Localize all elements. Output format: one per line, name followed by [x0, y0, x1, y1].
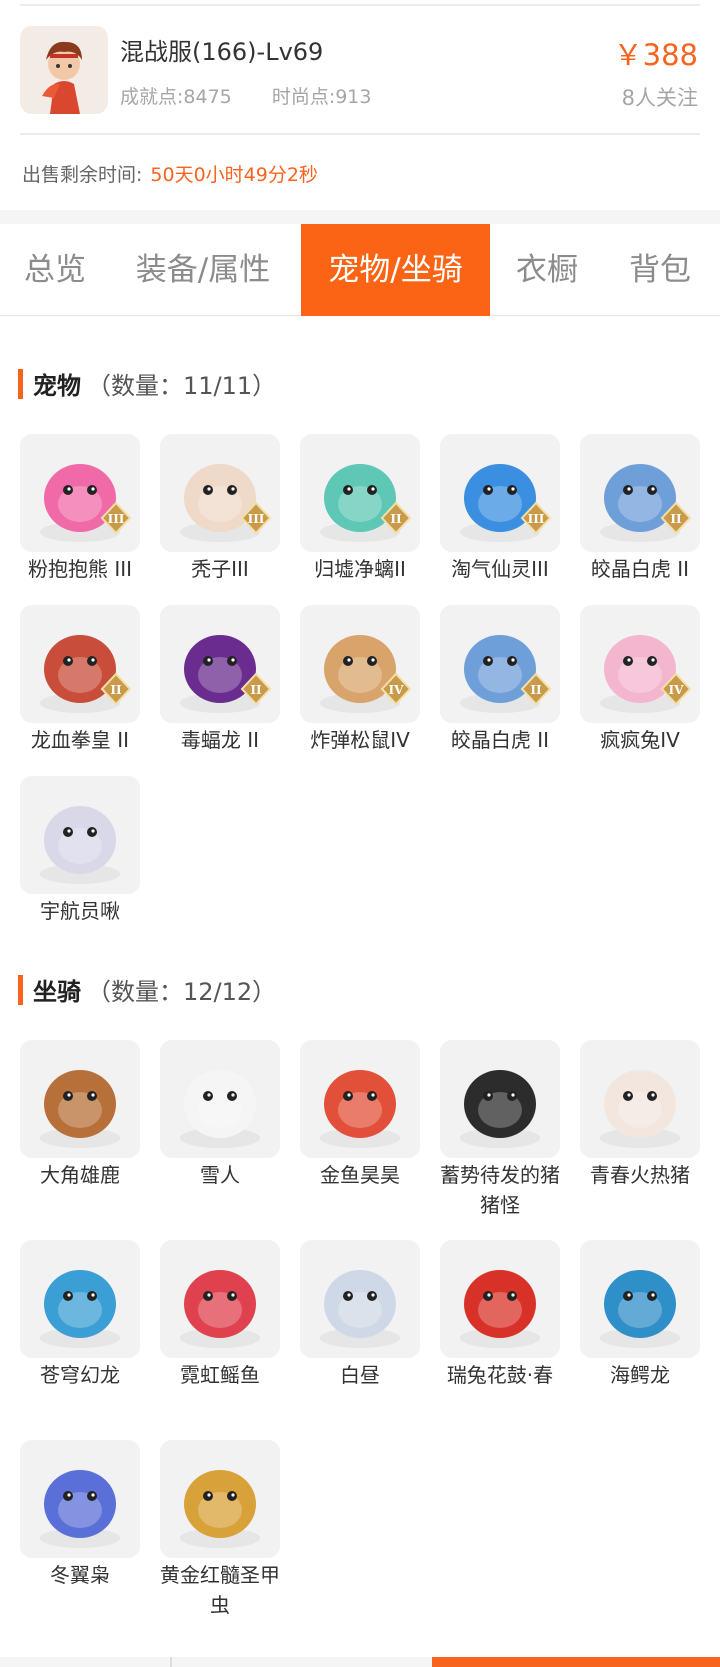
mount-item-name: 苍穹幻龙: [40, 1363, 120, 1387]
section-accent-bar: [18, 368, 23, 399]
mount-item-name: 瑞兔花鼓·春: [446, 1363, 554, 1387]
mounts-title: 坐骑: [33, 978, 81, 1006]
sale-countdown: 出售剩余时间: 50天0小时49分2秒: [22, 160, 318, 187]
mount-item-name: 黄金红髓圣甲虫: [160, 1563, 280, 1617]
neon-ray-mount-icon: [160, 1240, 280, 1358]
astronaut-pet-icon: [20, 776, 140, 894]
white-pig-mount-icon: [580, 1040, 700, 1158]
white-tiger-pet-icon: II: [580, 434, 700, 552]
stag-mount-icon: [20, 1040, 140, 1158]
white-dragon-mount-icon: [300, 1240, 420, 1358]
mount-item-name: 大角雄鹿: [40, 1163, 120, 1187]
tab-bar: 总览 装备/属性 宠物/坐骑 衣橱 背包: [0, 224, 720, 316]
pets-count: （数量：11/11）: [87, 372, 277, 400]
rabbit-drum-mount-icon: [440, 1240, 560, 1358]
pet-item-name: 粉抱抱熊 III: [27, 557, 133, 581]
golden-scarab-mount-icon: [160, 1440, 280, 1558]
countdown-value: 50天0小时49分2秒: [150, 164, 318, 186]
bottom-separator: [170, 1657, 172, 1667]
section-separator: [0, 210, 720, 224]
svg-text:II: II: [670, 512, 682, 526]
mount-item-name: 冬翼枭: [50, 1563, 110, 1587]
svg-text:IV: IV: [669, 683, 685, 697]
mount-item-name: 金鱼昊昊: [320, 1163, 400, 1187]
mount-item-name: 海鳄龙: [610, 1363, 670, 1387]
pet-item-name: 疯疯兔IV: [600, 728, 680, 752]
pet-item-name: 归墟净螭II: [314, 557, 406, 581]
svg-text:III: III: [108, 512, 125, 526]
svg-text:II: II: [250, 683, 262, 697]
pink-bear-pet-icon: III: [20, 434, 140, 552]
pet-item-name: 皎晶白虎 II: [590, 557, 690, 581]
jade-dragon-pet-icon: II: [300, 434, 420, 552]
svg-text:III: III: [248, 512, 265, 526]
goldfish-mount-icon: [300, 1040, 420, 1158]
mounts-count: （数量：12/12）: [87, 978, 277, 1006]
pet-item-name: 龙血拳皇 II: [30, 728, 130, 752]
top-divider: [20, 4, 700, 6]
poison-bat-dragon-pet-icon: II: [160, 605, 280, 723]
bomb-squirrel-pet-icon: IV: [300, 605, 420, 723]
bottom-accent: [432, 1657, 720, 1667]
countdown-label: 出售剩余时间:: [22, 164, 143, 186]
blue-puppy-pet-icon: III: [440, 434, 560, 552]
pet-item-name: 宇航员啾: [40, 899, 120, 923]
red-beast-pet-icon: II: [20, 605, 140, 723]
white-tiger-pet-icon: II: [440, 605, 560, 723]
mount-item-name: 雪人: [200, 1163, 240, 1187]
mount-item-name: 白昼: [340, 1363, 380, 1387]
character-avatar: [20, 26, 108, 114]
section-accent-bar: [18, 974, 23, 1005]
account-summary[interactable]: 混战服(166)-Lv69 成就点:8475 时尚点:913 ￥388 8人关注: [0, 20, 720, 120]
tab-overview[interactable]: 总览: [0, 224, 110, 316]
price: ￥388: [613, 38, 698, 72]
winter-owl-mount-icon: [20, 1440, 140, 1558]
mount-item-name: 青春火热猪: [590, 1163, 690, 1187]
achievement-points: 成就点:8475: [120, 86, 232, 108]
mount-item-name: 霓虹鳐鱼: [180, 1363, 260, 1387]
tab-equipment-attributes[interactable]: 装备/属性: [128, 224, 278, 316]
pets-title: 宠物: [33, 372, 81, 400]
fashion-points: 时尚点:913: [271, 86, 372, 108]
pet-item-name: 炸弹松鼠IV: [310, 728, 410, 752]
server-title: 混战服(166)-Lv69: [120, 38, 324, 66]
pet-item-name: 毒蝠龙 II: [180, 728, 260, 752]
pet-item-name: 皎晶白虎 II: [450, 728, 550, 752]
pet-item-name: 淘气仙灵III: [451, 557, 549, 581]
tab-backpack[interactable]: 背包: [612, 224, 708, 316]
svg-text:II: II: [390, 512, 402, 526]
follower-count: 8人关注: [621, 86, 698, 110]
tab-wardrobe[interactable]: 衣橱: [500, 224, 594, 316]
sky-dragon-mount-icon: [20, 1240, 140, 1358]
pet-item-name: 秃子III: [191, 557, 249, 581]
pets-section-header: 宠物 （数量：11/11）: [18, 366, 276, 401]
svg-text:III: III: [528, 512, 545, 526]
crazy-rabbit-pet-icon: IV: [580, 605, 700, 723]
tab-pets-mounts[interactable]: 宠物/坐骑: [301, 224, 490, 316]
account-stats: 成就点:8475 时尚点:913: [120, 82, 405, 109]
bottom-bar: [0, 1657, 720, 1667]
mount-item-name: 蓄势待发的猪猪怪: [440, 1163, 560, 1217]
snowman-mount-icon: [160, 1040, 280, 1158]
black-pig-mount-icon: [440, 1040, 560, 1158]
divider: [20, 133, 700, 135]
sea-crocodile-dragon-mount-icon: [580, 1240, 700, 1358]
mounts-section-header: 坐骑 （数量：12/12）: [18, 972, 276, 1007]
svg-text:II: II: [110, 683, 122, 697]
bald-kid-pet-icon: III: [160, 434, 280, 552]
svg-text:II: II: [530, 683, 542, 697]
svg-text:IV: IV: [389, 683, 405, 697]
